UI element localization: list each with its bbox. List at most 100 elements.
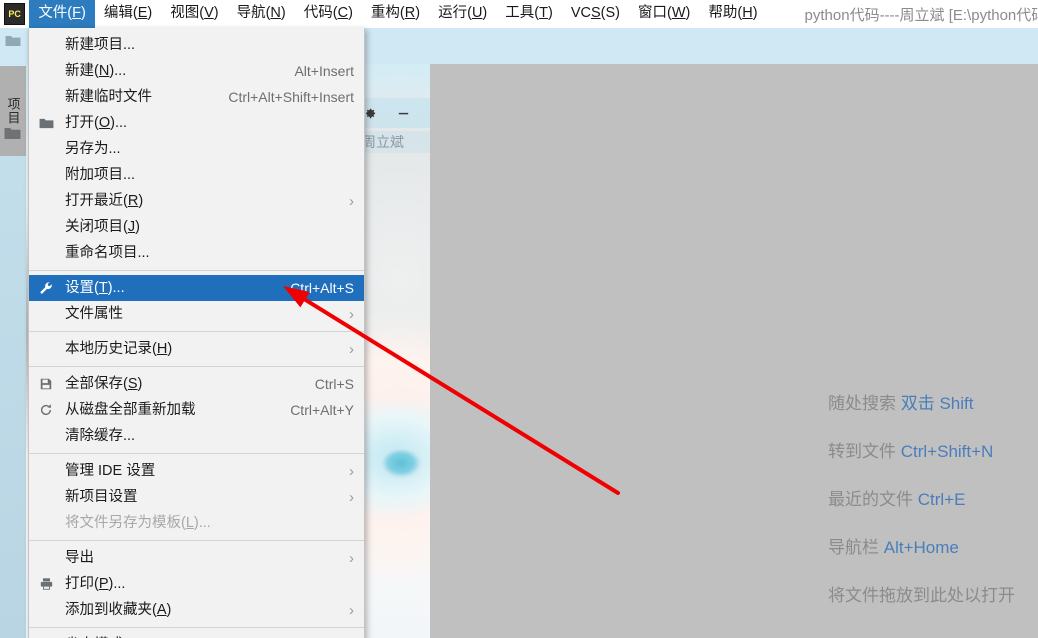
chevron-right-icon: › bbox=[349, 488, 354, 506]
menu-item-10[interactable]: 设置(T)... Ctrl+Alt+S bbox=[29, 275, 364, 301]
menu-item-label: 导出 bbox=[65, 550, 94, 566]
chevron-right-icon: › bbox=[349, 192, 354, 210]
menu-item-15[interactable]: 全部保存(S) Ctrl+S bbox=[29, 371, 364, 397]
menubar-item-4[interactable]: 代码(C) bbox=[295, 0, 362, 28]
menu-separator bbox=[29, 627, 364, 628]
menu-item-label: 新建项目... bbox=[65, 37, 136, 53]
chevron-right-icon: › bbox=[349, 549, 354, 567]
menu-item-3[interactable]: 打开(O)... bbox=[29, 110, 364, 136]
menu-item-label: 打开(O)... bbox=[65, 115, 128, 131]
menubar-item-6[interactable]: 运行(U) bbox=[429, 0, 496, 28]
menubar-item-7[interactable]: 工具(T) bbox=[496, 0, 562, 28]
menu-separator bbox=[29, 540, 364, 541]
project-folder-icon bbox=[4, 126, 21, 140]
menubar-items: 文件(F) 编辑(E) 视图(V) 导航(N) 代码(C) 重构(R) 运行(U) 工具(T)… bbox=[29, 0, 766, 28]
menu-item-27[interactable]: 省电模式 bbox=[29, 632, 364, 638]
menu-item-label: 附加项目... bbox=[65, 167, 136, 183]
hint-key: Ctrl+Shift+N bbox=[900, 442, 994, 461]
menubar-item-2[interactable]: 视图(V) bbox=[161, 0, 227, 28]
menubar-item-10[interactable]: 帮助(H) bbox=[699, 0, 766, 28]
save-icon bbox=[37, 376, 55, 392]
chevron-right-icon: › bbox=[349, 340, 354, 358]
hint-row-4: 将文件拖放到此处以打开 bbox=[828, 572, 1038, 620]
menu-item-label: 设置(T)... bbox=[65, 280, 125, 296]
menu-item-25[interactable]: 添加到收藏夹(A) › bbox=[29, 597, 364, 623]
reload-icon bbox=[37, 402, 55, 418]
hint-row-0: 随处搜索 双击 Shift bbox=[828, 380, 1038, 428]
sidebar-item-project[interactable]: 项目 bbox=[0, 66, 26, 156]
menu-item-label: 文件属性 bbox=[65, 306, 123, 322]
file-menu-dropdown[interactable]: 新建项目... 新建(N)... Alt+Insert 新建临时文件 Ctrl+Alt+… bbox=[28, 28, 365, 638]
pycharm-logo-icon: PC bbox=[4, 3, 26, 25]
hint-row-2: 最近的文件 Ctrl+E bbox=[828, 476, 1038, 524]
menubar-item-0[interactable]: 文件(F) bbox=[29, 0, 95, 28]
menubar-item-5[interactable]: 重构(R) bbox=[362, 0, 429, 28]
chevron-right-icon: › bbox=[349, 305, 354, 323]
menu-item-label: 管理 IDE 设置 bbox=[65, 463, 156, 479]
menu-item-13[interactable]: 本地历史记录(H) › bbox=[29, 336, 364, 362]
menu-item-label: 打开最近(R) bbox=[65, 193, 144, 209]
menu-separator bbox=[29, 366, 364, 367]
menu-item-20[interactable]: 新项目设置 › bbox=[29, 484, 364, 510]
menu-item-label: 省电模式 bbox=[65, 632, 354, 638]
hint-text: 最近的文件 bbox=[828, 490, 913, 509]
menu-item-label: 打印(P)... bbox=[65, 576, 126, 592]
menu-item-label: 从磁盘全部重新加载 bbox=[65, 402, 196, 418]
minimize-icon[interactable] bbox=[396, 106, 430, 121]
menu-item-shortcut: Alt+Insert bbox=[294, 63, 354, 79]
menu-item-4[interactable]: 另存为... bbox=[29, 136, 364, 162]
menu-item-11[interactable]: 文件属性 › bbox=[29, 301, 364, 327]
menubar-item-9[interactable]: 窗口(W) bbox=[629, 0, 699, 28]
toolwindow-author-label: 周立斌 bbox=[360, 131, 430, 153]
menu-item-6[interactable]: 打开最近(R) › bbox=[29, 188, 364, 214]
menu-item-label: 新建(N)... bbox=[65, 63, 127, 79]
menu-item-19[interactable]: 管理 IDE 设置 › bbox=[29, 458, 364, 484]
toolwindow-header-actions bbox=[362, 98, 430, 128]
menu-item-8[interactable]: 重命名项目... bbox=[29, 240, 364, 266]
menubar-item-8[interactable]: VCS(S) bbox=[562, 0, 629, 28]
editor-hints: 随处搜索 双击 Shift 转到文件 Ctrl+Shift+N 最近的文件 Ct… bbox=[828, 380, 1038, 620]
menu-item-23[interactable]: 导出 › bbox=[29, 545, 364, 571]
print-icon bbox=[37, 576, 55, 592]
menu-item-label: 另存为... bbox=[65, 141, 121, 157]
menu-item-label: 重命名项目... bbox=[65, 245, 150, 261]
menu-item-shortcut: Ctrl+Alt+S bbox=[290, 280, 354, 296]
hint-key: Ctrl+E bbox=[917, 490, 966, 509]
menu-item-shortcut: Ctrl+S bbox=[314, 376, 354, 392]
menu-separator bbox=[29, 270, 364, 271]
hint-text: 将文件拖放到此处以打开 bbox=[828, 586, 1015, 605]
left-tool-strip: 项目 bbox=[0, 28, 26, 638]
menu-item-label: 将文件另存为模板(L)... bbox=[65, 515, 211, 531]
sidebar-item-label: 项目 bbox=[5, 97, 21, 125]
menu-item-5[interactable]: 附加项目... bbox=[29, 162, 364, 188]
menu-item-shortcut: Ctrl+Alt+Y bbox=[290, 402, 354, 418]
hint-text: 随处搜索 bbox=[828, 394, 896, 413]
menu-item-2[interactable]: 新建临时文件 Ctrl+Alt+Shift+Insert bbox=[29, 84, 364, 110]
pycharm-window: 项目 周立斌 随处搜索 双击 Shift 转到文件 Ctrl+Shift+N 最… bbox=[0, 0, 1038, 638]
menubar-item-3[interactable]: 导航(N) bbox=[228, 0, 295, 28]
folder-icon bbox=[5, 34, 21, 47]
menu-item-24[interactable]: 打印(P)... bbox=[29, 571, 364, 597]
hint-key: 双击 Shift bbox=[900, 394, 974, 413]
gear-icon[interactable] bbox=[362, 106, 396, 121]
window-title: python代码----周立斌 [E:\python代码 bbox=[804, 6, 1038, 24]
folder-icon bbox=[37, 115, 55, 131]
menu-item-label: 关闭项目(J) bbox=[65, 219, 140, 235]
hint-row-3: 导航栏 Alt+Home bbox=[828, 524, 1038, 572]
menu-item-label: 新项目设置 bbox=[65, 489, 138, 505]
menu-item-17[interactable]: 清除缓存... bbox=[29, 423, 364, 449]
menu-separator bbox=[29, 331, 364, 332]
menu-item-label: 本地历史记录(H) bbox=[65, 341, 173, 357]
menu-item-7[interactable]: 关闭项目(J) bbox=[29, 214, 364, 240]
menu-item-shortcut: Ctrl+Alt+Shift+Insert bbox=[228, 89, 354, 105]
hint-text: 导航栏 bbox=[828, 538, 879, 557]
menubar-item-1[interactable]: 编辑(E) bbox=[95, 0, 161, 28]
menu-item-1[interactable]: 新建(N)... Alt+Insert bbox=[29, 58, 364, 84]
chevron-right-icon: › bbox=[349, 462, 354, 480]
menu-separator bbox=[29, 453, 364, 454]
wallpaper-highlight bbox=[378, 446, 424, 480]
menu-item-16[interactable]: 从磁盘全部重新加载 Ctrl+Alt+Y bbox=[29, 397, 364, 423]
menu-item-0[interactable]: 新建项目... bbox=[29, 32, 364, 58]
hint-row-1: 转到文件 Ctrl+Shift+N bbox=[828, 428, 1038, 476]
menu-item-label: 添加到收藏夹(A) bbox=[65, 602, 172, 618]
